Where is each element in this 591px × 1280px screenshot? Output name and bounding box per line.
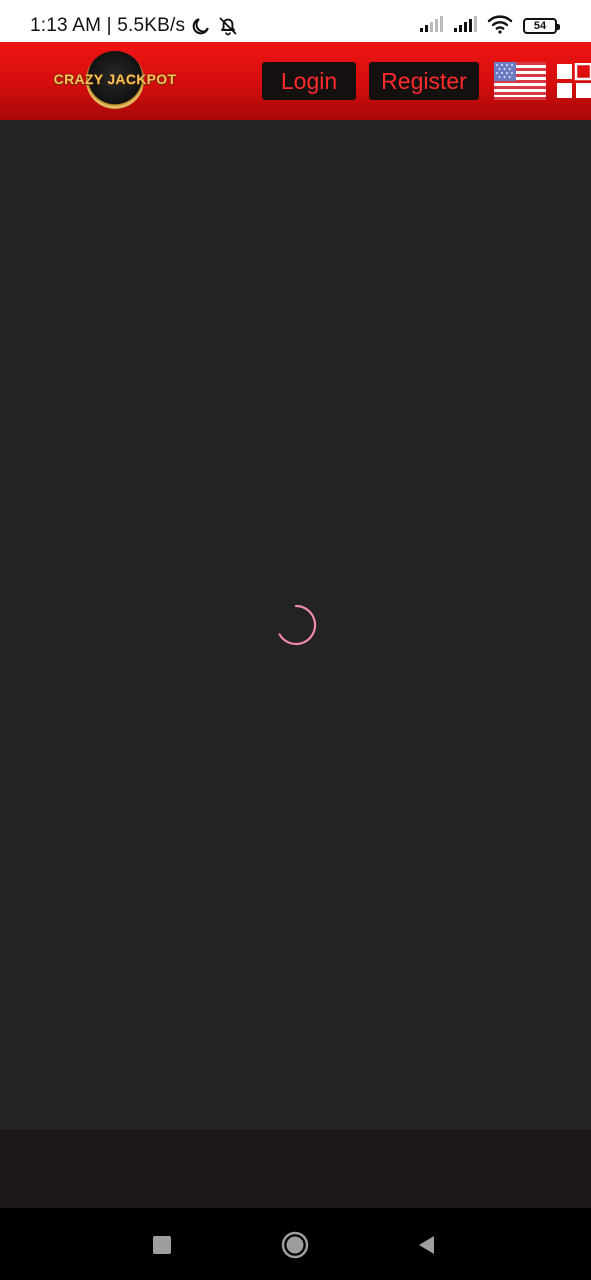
battery-level: 54 [533, 20, 547, 32]
status-bar: 1:13 AM | 5.5KB/s 54 [0, 0, 591, 42]
login-button[interactable]: Login [262, 62, 356, 100]
bell-off-icon [217, 15, 239, 37]
site-header: CRAZY JACKPOT Login Register [0, 42, 591, 120]
loading-spinner-icon [275, 604, 317, 646]
us-flag-icon[interactable] [494, 62, 546, 100]
grid-menu-icon[interactable] [556, 62, 591, 99]
logo-text: CRAZY JACKPOT [53, 71, 177, 87]
system-nav-bar [0, 1208, 591, 1280]
signal-icon [419, 15, 445, 38]
footer-bar [0, 1130, 591, 1208]
register-button[interactable]: Register [369, 62, 479, 100]
main-content [0, 120, 591, 1130]
battery-icon: 54 [523, 18, 560, 34]
status-left: 1:13 AM | 5.5KB/s [30, 14, 239, 38]
app-screen: 1:13 AM | 5.5KB/s 54 CRAZY JACKPOT Login… [0, 0, 591, 1280]
crazy-jackpot-logo[interactable]: CRAZY JACKPOT [48, 49, 182, 111]
wifi-icon [487, 14, 513, 39]
recent-apps-icon[interactable] [147, 1230, 177, 1260]
status-right: 54 [419, 14, 560, 39]
home-icon[interactable] [280, 1230, 310, 1260]
signal-icon [453, 15, 479, 38]
moon-icon [191, 16, 211, 36]
status-time: 1:13 AM | 5.5KB/s [30, 15, 186, 36]
back-icon[interactable] [412, 1230, 442, 1260]
